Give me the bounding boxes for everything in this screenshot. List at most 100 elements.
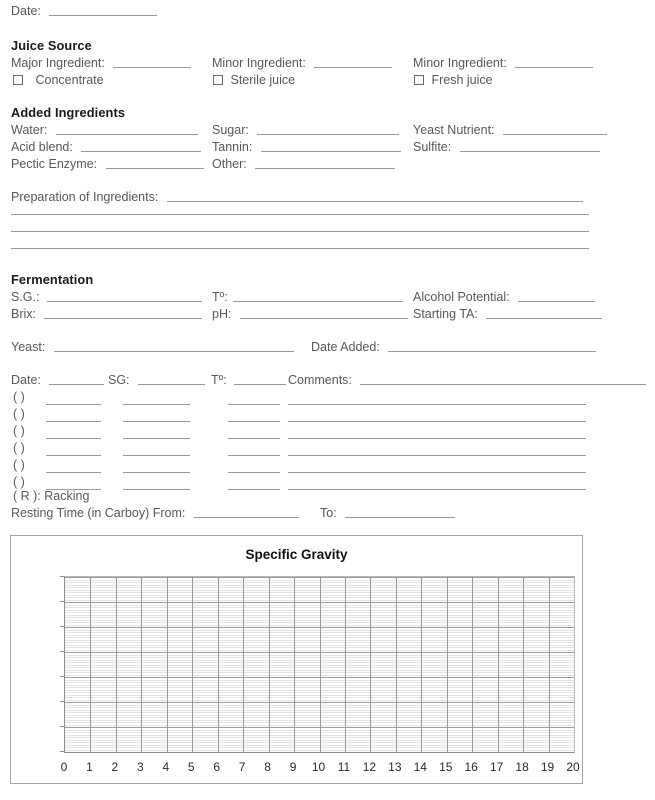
chart-y-tick-mark xyxy=(60,701,64,702)
chart-gridline-vertical xyxy=(166,577,168,752)
log-cell-comments[interactable] xyxy=(288,454,586,456)
chart-gridline-vertical xyxy=(268,577,270,752)
field-rule[interactable] xyxy=(193,516,299,518)
field-date-top: Date: xyxy=(11,4,158,18)
log-cell-sg[interactable] xyxy=(123,403,190,405)
log-cell-sg[interactable] xyxy=(123,471,190,473)
field-rule[interactable] xyxy=(360,383,647,385)
log-cell-temperature[interactable] xyxy=(228,420,280,422)
field-acid-blend: Acid blend: xyxy=(11,140,202,154)
log-cell-sg[interactable] xyxy=(123,454,190,456)
field-rule[interactable] xyxy=(113,66,192,68)
field-other: Other: xyxy=(212,157,396,171)
chart-x-tick-label: 3 xyxy=(137,760,144,774)
field-rule[interactable] xyxy=(44,317,203,319)
chart-gridline-vertical xyxy=(472,577,474,752)
field-rule[interactable] xyxy=(518,300,596,302)
field-rule[interactable] xyxy=(515,66,594,68)
checkbox-fresh-juice[interactable]: Fresh juice xyxy=(414,73,493,87)
chart-x-tick-label: 6 xyxy=(213,760,221,774)
log-cell-date[interactable] xyxy=(46,420,101,422)
field-preparation-of-ingredients: Preparation of Ingredients: xyxy=(11,190,583,204)
field-rule[interactable] xyxy=(234,383,287,385)
preparation-blank-line-1[interactable] xyxy=(11,213,589,215)
chart-gridline-vertical xyxy=(370,577,372,752)
chart-gridline-minor-horizontal xyxy=(65,752,574,753)
log-cell-date[interactable] xyxy=(46,471,101,473)
field-minor-ingredient-2: Minor Ingredient: xyxy=(413,56,594,70)
field-rule[interactable] xyxy=(81,150,202,152)
heading-juice-source: Juice Source xyxy=(11,38,92,53)
field-rule[interactable] xyxy=(166,200,583,202)
chart-gridline-vertical xyxy=(344,577,346,752)
field-yeast: Yeast: xyxy=(11,340,294,354)
field-rule[interactable] xyxy=(233,300,404,302)
chart-y-tick-mark xyxy=(60,651,64,652)
chart-x-tick-label: 16 xyxy=(464,760,478,774)
chart-gridline-vertical xyxy=(192,577,194,752)
log-cell-sg[interactable] xyxy=(123,437,190,439)
log-cell-comments[interactable] xyxy=(288,403,586,405)
field-pectic-enzyme: Pectic Enzyme: xyxy=(11,157,204,171)
log-cell-date[interactable] xyxy=(46,437,101,439)
field-label: To: xyxy=(320,506,337,520)
field-sg: S.G.: xyxy=(11,290,202,304)
log-row: ( ) xyxy=(0,407,655,424)
chart-gridline-vertical xyxy=(319,577,321,752)
log-row: ( ) xyxy=(0,441,655,458)
log-cell-date[interactable] xyxy=(46,403,101,405)
field-rule[interactable] xyxy=(49,14,158,16)
field-rule[interactable] xyxy=(138,383,206,385)
field-rule[interactable] xyxy=(239,317,408,319)
log-cell-comments[interactable] xyxy=(288,420,586,422)
checkbox-icon[interactable] xyxy=(213,75,223,85)
log-row: ( ) xyxy=(0,390,655,407)
log-cell-temperature[interactable] xyxy=(228,454,280,456)
field-rule[interactable] xyxy=(314,66,393,68)
field-rule[interactable] xyxy=(49,383,105,385)
field-rule[interactable] xyxy=(459,150,600,152)
log-cell-temperature[interactable] xyxy=(228,403,280,405)
log-cell-temperature[interactable] xyxy=(228,437,280,439)
field-rule[interactable] xyxy=(46,300,202,302)
field-rule[interactable] xyxy=(388,350,597,352)
field-sugar: Sugar: xyxy=(212,123,400,137)
checkbox-sterile-juice[interactable]: Sterile juice xyxy=(213,73,295,87)
field-label: pH: xyxy=(212,307,232,321)
specific-gravity-chart: Specific Gravity 0.9600.9801.0001.0201.0… xyxy=(10,535,583,784)
log-cell-date[interactable] xyxy=(46,454,101,456)
log-row-marker: ( ) xyxy=(13,407,25,421)
checkbox-concentrate[interactable]: Concentrate xyxy=(13,73,104,87)
log-cell-temperature[interactable] xyxy=(228,488,280,490)
log-cell-sg[interactable] xyxy=(123,488,190,490)
field-rule[interactable] xyxy=(105,167,204,169)
log-cell-sg[interactable] xyxy=(123,420,190,422)
preparation-blank-line-3[interactable] xyxy=(11,247,589,249)
log-cell-temperature[interactable] xyxy=(228,471,280,473)
chart-title: Specific Gravity xyxy=(245,547,348,562)
chart-x-tick-label: 2 xyxy=(111,760,119,774)
log-cell-comments[interactable] xyxy=(288,488,586,490)
chart-y-tick-mark xyxy=(60,676,64,677)
log-cell-comments[interactable] xyxy=(288,437,586,439)
field-rule[interactable] xyxy=(53,350,294,352)
field-rule[interactable] xyxy=(257,133,400,135)
checkbox-icon[interactable] xyxy=(414,75,424,85)
field-rule[interactable] xyxy=(503,133,608,135)
field-rule[interactable] xyxy=(260,150,401,152)
chart-x-tick-label: 18 xyxy=(515,760,529,774)
field-label: Brix: xyxy=(11,307,36,321)
field-rule[interactable] xyxy=(255,167,396,169)
chart-x-tick-label: 1 xyxy=(86,760,93,774)
checkbox-icon[interactable] xyxy=(13,75,23,85)
log-row-marker: ( ) xyxy=(13,441,25,455)
chart-x-tick-label: 11 xyxy=(337,760,351,774)
field-rule[interactable] xyxy=(55,133,198,135)
field-rule[interactable] xyxy=(486,317,603,319)
chart-gridline-vertical xyxy=(141,577,143,752)
log-cell-comments[interactable] xyxy=(288,471,586,473)
chart-x-tick-label: 14 xyxy=(413,760,427,774)
wine-making-log-form: Date: Juice Source Major Ingredient: Min… xyxy=(0,0,655,800)
preparation-blank-line-2[interactable] xyxy=(11,230,589,232)
field-rule[interactable] xyxy=(345,516,456,518)
